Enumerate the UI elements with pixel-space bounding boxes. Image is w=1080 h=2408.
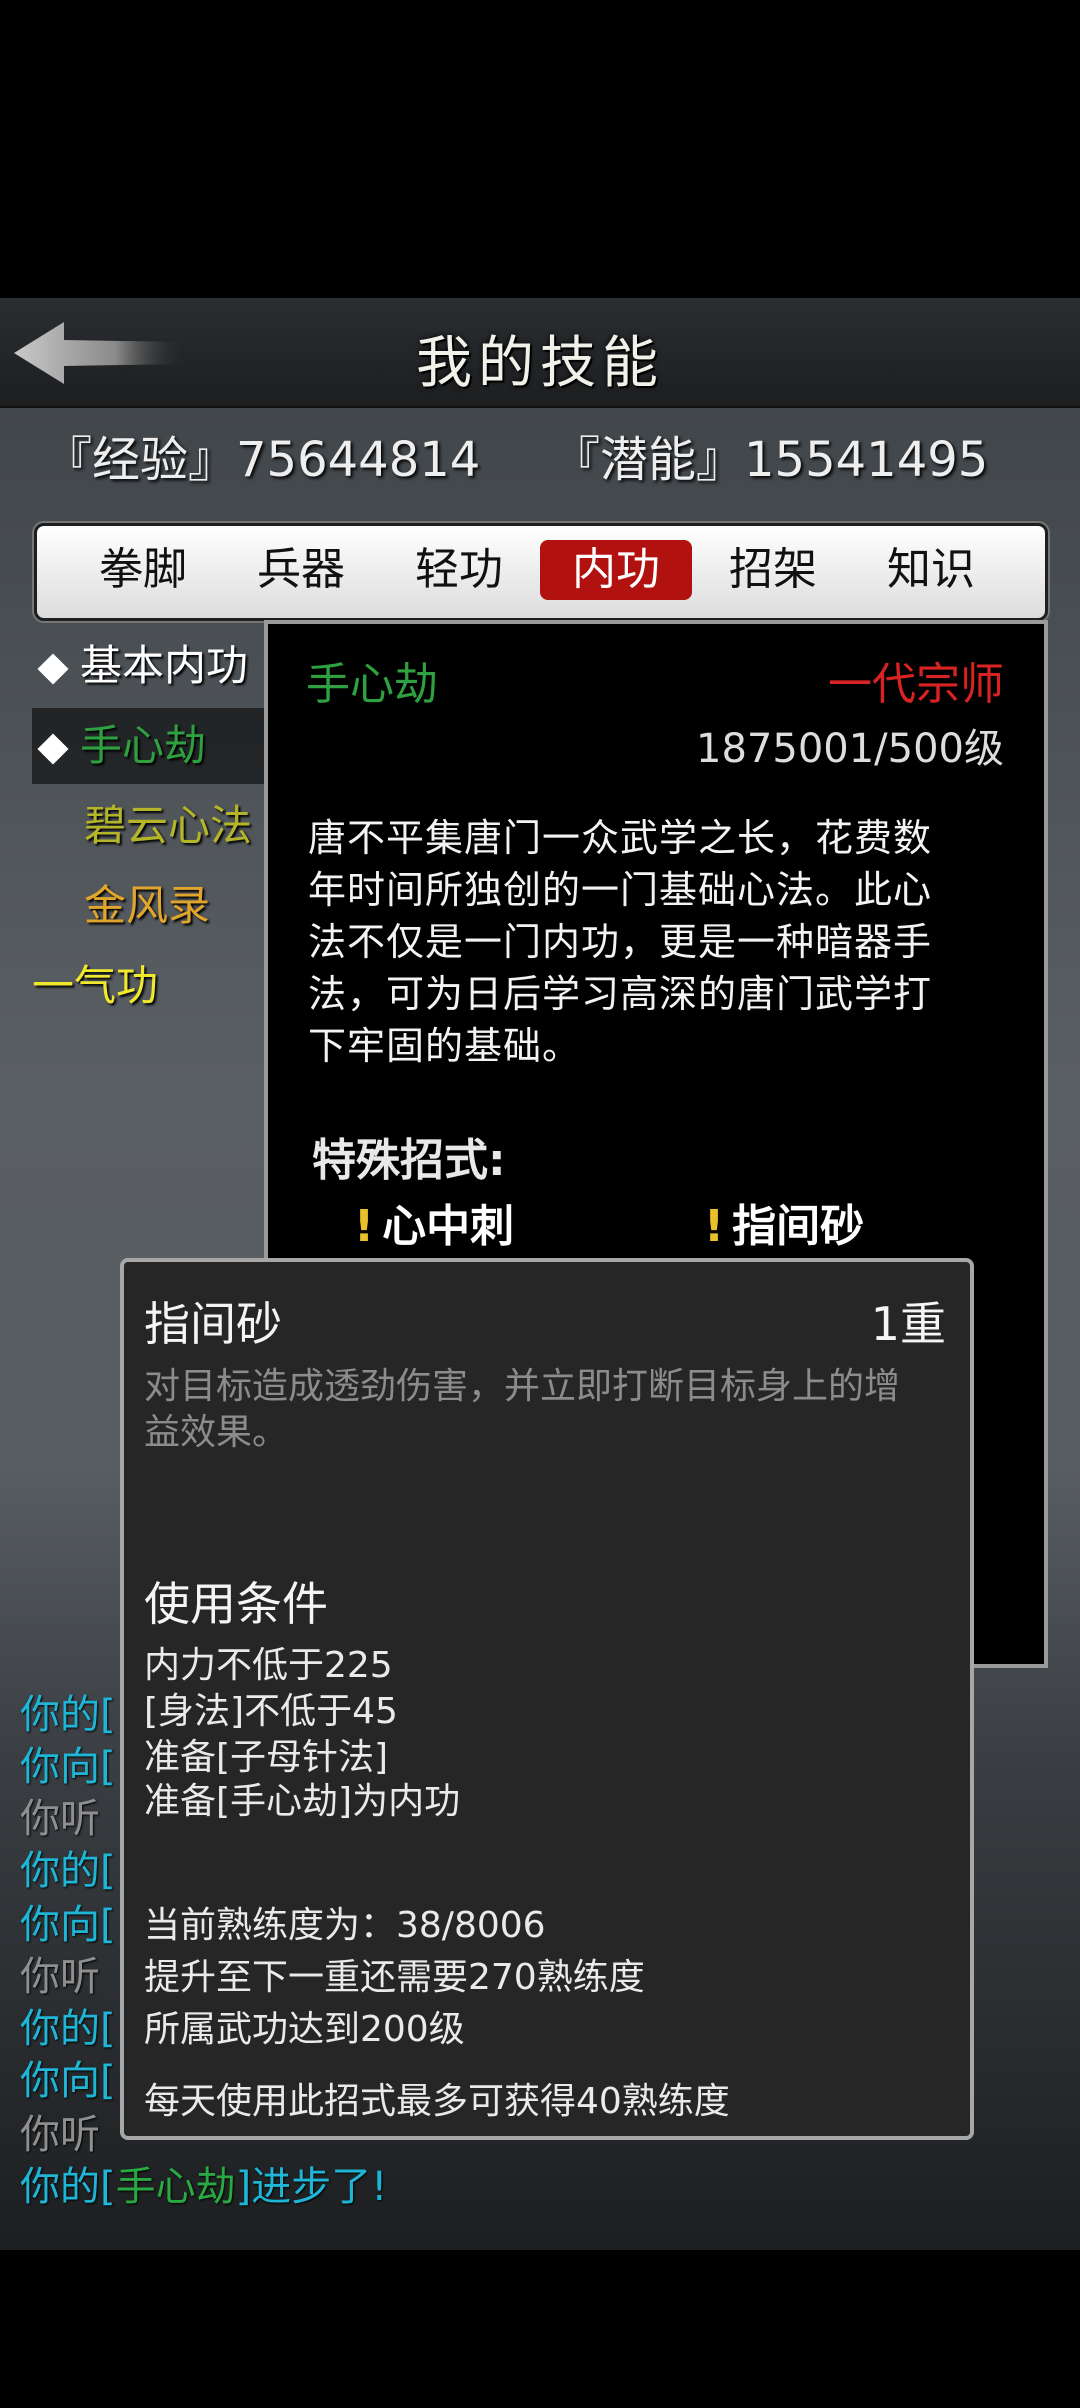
- chat-line: 你的[: [20, 2006, 116, 2052]
- tab-fist[interactable]: 拳脚: [67, 540, 219, 600]
- skill-item-selected[interactable]: 手心劫: [32, 708, 287, 784]
- proficiency-line: 所属武功达到200级: [144, 2009, 465, 2050]
- diamond-icon: [37, 653, 69, 685]
- potential-value: 『潜能』15541495: [552, 432, 989, 488]
- move-tooltip-popup: 指间砂 1重 对目标造成透劲伤害，并立即打断目标身上的增 益效果。 使用条件 内…: [120, 1258, 974, 2140]
- tab-internal[interactable]: 内功: [540, 540, 692, 600]
- page-title: 我的技能: [416, 331, 664, 396]
- skill-level: 1875001/500级: [696, 726, 1004, 772]
- move-description: 对目标造成透劲伤害，并立即打断目标身上的增 益效果。: [144, 1366, 901, 1453]
- game-screen: 我的技能 『经验』75644814 『潜能』15541495 拳脚 兵器 轻功 …: [0, 298, 1080, 2250]
- chat-line: 你听: [20, 1954, 100, 2000]
- skill-name: 手心劫: [306, 659, 438, 710]
- condition-line: 准备[手心劫]为内功: [144, 1781, 461, 1822]
- skill-item[interactable]: 一气功: [32, 948, 287, 1024]
- condition-line: [身法]不低于45: [144, 1691, 398, 1732]
- move-level: 1重: [870, 1297, 946, 1351]
- experience-value: 『经验』75644814: [44, 432, 481, 488]
- special-move[interactable]: ! 指间砂: [704, 1190, 864, 1254]
- skill-item[interactable]: 基本内功: [32, 628, 287, 704]
- proficiency-line: 当前熟练度为：38/8006: [144, 1905, 546, 1946]
- daily-limit-line: 每天使用此招式最多可获得40熟练度: [144, 2081, 730, 2122]
- special-moves-title: 特殊招式:: [312, 1135, 506, 1186]
- special-move[interactable]: ! 心中刺: [354, 1190, 514, 1254]
- proficiency-line: 提升至下一重还需要270熟练度: [144, 1957, 645, 1998]
- tab-weapon[interactable]: 兵器: [225, 540, 377, 600]
- chat-line: 你向[: [20, 2058, 116, 2104]
- chat-line: 你听: [20, 1796, 100, 1842]
- skill-category-tabs: 拳脚 兵器 轻功 内功 招架 知识: [34, 523, 1048, 621]
- chat-line: 你的[: [20, 1692, 116, 1738]
- tab-lightness[interactable]: 轻功: [383, 540, 535, 600]
- move-name: 指间砂: [144, 1297, 282, 1351]
- tab-knowledge[interactable]: 知识: [855, 540, 1007, 600]
- chat-line-progress: 你的[手心劫]进步了!: [20, 2164, 388, 2210]
- chat-line: 你的[: [20, 1848, 116, 1894]
- chat-line: 你向[: [20, 1902, 116, 1948]
- exclamation-icon: !: [704, 1201, 725, 1252]
- diamond-icon: [37, 733, 69, 765]
- tab-parry[interactable]: 招架: [697, 540, 849, 600]
- conditions-title: 使用条件: [144, 1577, 328, 1631]
- skill-rank: 一代宗师: [828, 659, 1004, 710]
- chat-line: 你向[: [20, 1744, 116, 1790]
- header-bar: 我的技能: [0, 298, 1080, 408]
- condition-line: 内力不低于225: [144, 1645, 393, 1686]
- exclamation-icon: !: [354, 1201, 375, 1252]
- chat-line: 你听: [20, 2112, 100, 2158]
- skill-description: 唐不平集唐门一众武学之长，花费数 年时间所独创的一门基础心法。此心 法不仅是一门…: [308, 816, 933, 1068]
- stats-bar: 『经验』75644814 『潜能』15541495: [44, 420, 1044, 488]
